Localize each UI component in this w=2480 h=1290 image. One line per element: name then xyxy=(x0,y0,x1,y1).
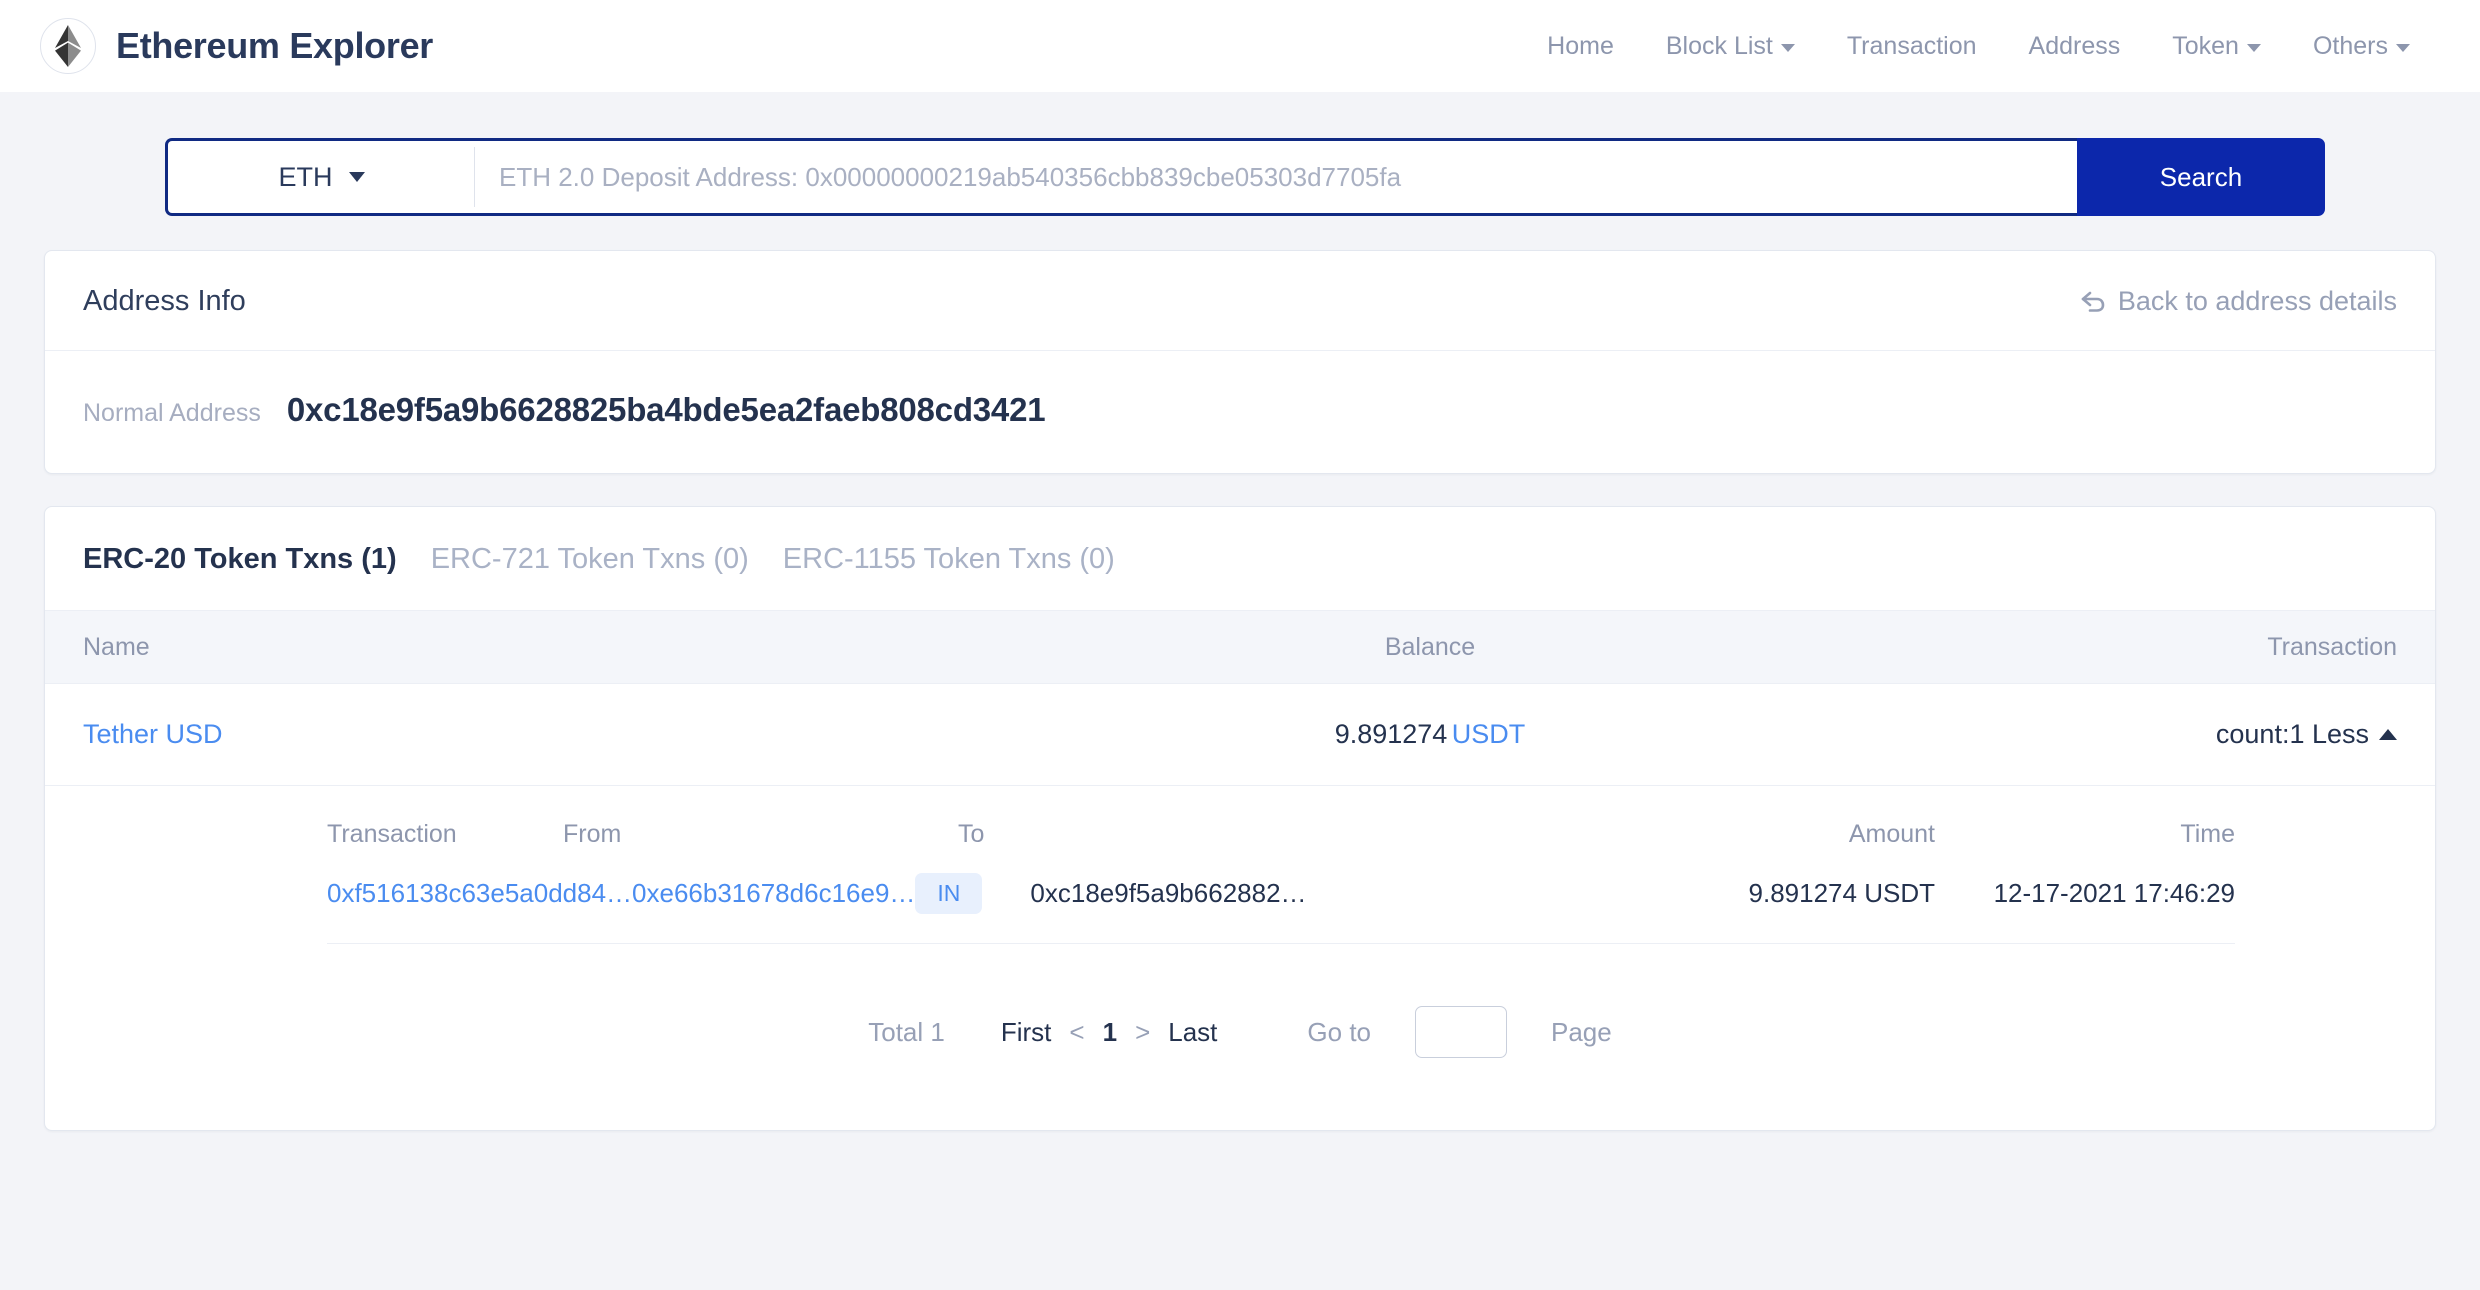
token-balance-amount: 9.891274 xyxy=(1334,719,1448,749)
to-address-value: 0xc18e9f5a9b662882… xyxy=(1030,878,1307,908)
back-to-address-details-link[interactable]: Back to address details xyxy=(2080,286,2397,317)
from-address-link[interactable]: 0xe66b31678d6c16e9… xyxy=(632,878,915,908)
pagination-total: Total 1 xyxy=(868,1016,945,1047)
chain-select[interactable]: ETH xyxy=(165,138,475,216)
tab-erc721-token-txns[interactable]: ERC-721 Token Txns (0) xyxy=(431,543,749,576)
tab-erc1155-token-txns[interactable]: ERC-1155 Token Txns (0) xyxy=(783,543,1115,576)
chevron-down-icon xyxy=(348,172,365,182)
pagination-first-button[interactable]: First xyxy=(1001,1017,1052,1048)
token-name-link[interactable]: Tether USD xyxy=(83,719,223,749)
pagination-last-button[interactable]: Last xyxy=(1168,1017,1217,1048)
page-title: Ethereum Explorer xyxy=(116,25,434,66)
sub-table-row: 0xf516138c63e5a0dd84… 0xe66b31678d6c16e9… xyxy=(327,873,2235,944)
nav-label: Block List xyxy=(1665,31,1773,60)
back-arrow-icon xyxy=(2081,291,2105,312)
sub-column-header-from: From xyxy=(563,819,622,848)
chevron-down-icon xyxy=(1780,44,1795,52)
token-sub-table: Transaction From To Amount Time 0xf51613… xyxy=(45,786,2435,944)
token-count-label: count:1 Less xyxy=(2215,719,2369,749)
nav-label: Token xyxy=(2172,31,2239,60)
normal-address-row: Normal Address 0xc18e9f5a9b6628825ba4bde… xyxy=(45,351,2435,473)
ethereum-diamond-icon xyxy=(40,18,96,74)
nav-label: Transaction xyxy=(1846,31,1977,60)
amount-value: 9.891274 xyxy=(1748,878,1857,908)
token-txns-tabs: ERC-20 Token Txns (1) ERC-721 Token Txns… xyxy=(45,507,2435,610)
nav-label: Address xyxy=(2028,31,2121,60)
pagination-current-page[interactable]: 1 xyxy=(1103,1017,1117,1048)
address-info-card: Address Info Back to address details Nor… xyxy=(44,250,2436,474)
nav-label: Others xyxy=(2312,31,2388,60)
chain-select-value: ETH xyxy=(278,161,333,192)
chevron-up-icon xyxy=(2379,729,2397,740)
site-header: Ethereum Explorer Home Block List Transa… xyxy=(0,0,2480,92)
normal-address-value: 0xc18e9f5a9b6628825ba4bde5ea2faeb808cd34… xyxy=(286,391,1046,428)
sub-table-header: Transaction From To Amount Time xyxy=(327,786,2235,882)
nav-label: Home xyxy=(1547,31,1614,60)
address-info-header: Address Info Back to address details xyxy=(45,251,2435,351)
pagination-goto-label: Go to xyxy=(1307,1016,1371,1047)
main-content: Address Info Back to address details Nor… xyxy=(0,216,2480,1131)
sub-column-header-to: To xyxy=(958,819,985,848)
nav-item-others[interactable]: Others xyxy=(2287,32,2436,61)
sub-column-header-amount: Amount xyxy=(1848,819,1935,848)
token-count-toggle[interactable]: count:1 Less xyxy=(2216,719,2397,750)
nav-item-token[interactable]: Token xyxy=(2146,32,2287,61)
tab-erc20-token-txns[interactable]: ERC-20 Token Txns (1) xyxy=(83,543,397,576)
pagination-page-label: Page xyxy=(1551,1016,1612,1047)
search-bar: ETH Search xyxy=(165,138,2325,216)
chevron-down-icon xyxy=(2246,44,2261,52)
column-header-balance: Balance xyxy=(1384,632,1476,661)
search-input[interactable] xyxy=(475,138,2077,216)
back-link-label: Back to address details xyxy=(2117,286,2397,316)
token-balance-unit[interactable]: USDT xyxy=(1452,719,1526,749)
token-table-header: Name Balance Transaction xyxy=(45,610,2435,684)
token-txns-card: ERC-20 Token Txns (1) ERC-721 Token Txns… xyxy=(44,506,2436,1131)
sub-column-header-time: Time xyxy=(2180,819,2235,848)
column-header-transaction: Transaction xyxy=(2267,632,2397,661)
direction-badge: IN xyxy=(915,873,983,914)
table-row: Tether USD 9.891274 USDT count:1 Less xyxy=(45,684,2435,786)
time-value: 12-17-2021 17:46:29 xyxy=(1993,878,2235,908)
brand[interactable]: Ethereum Explorer xyxy=(40,18,433,74)
amount-unit[interactable]: USDT xyxy=(1864,878,1935,908)
search-button[interactable]: Search xyxy=(2077,138,2325,216)
search-section: ETH Search xyxy=(0,92,2480,216)
sub-column-header-transaction: Transaction xyxy=(327,819,457,848)
chevron-down-icon xyxy=(2396,44,2410,52)
nav-item-home[interactable]: Home xyxy=(1521,32,1640,61)
normal-address-label: Normal Address xyxy=(83,399,261,427)
nav-item-address[interactable]: Address xyxy=(2003,32,2147,61)
pagination-next-button[interactable]: > xyxy=(1117,1017,1168,1048)
pagination-prev-button[interactable]: < xyxy=(1051,1017,1102,1048)
nav-item-block-list[interactable]: Block List xyxy=(1640,32,1821,61)
pagination-goto-input[interactable] xyxy=(1415,1006,1507,1058)
pagination: Total 1 First < 1 > Last Go to Page xyxy=(45,944,2435,1130)
transaction-hash-link[interactable]: 0xf516138c63e5a0dd84… xyxy=(327,878,632,908)
address-info-title: Address Info xyxy=(83,285,246,317)
main-nav: Home Block List Transaction Address Toke… xyxy=(1521,32,2436,61)
nav-item-transaction[interactable]: Transaction xyxy=(1821,32,2003,61)
column-header-name: Name xyxy=(83,632,150,661)
